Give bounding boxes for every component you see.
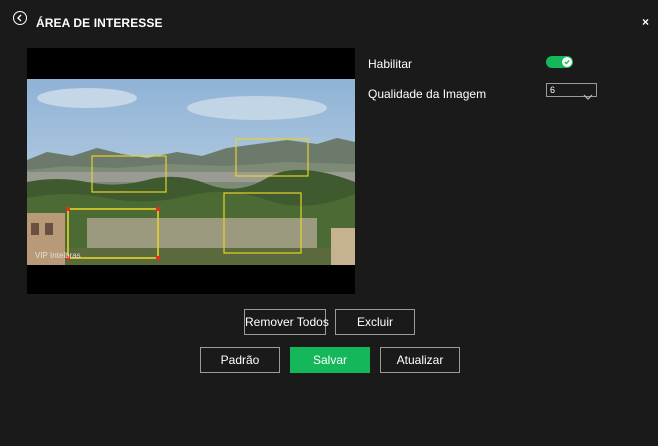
page-title: ÁREA DE INTERESSE — [36, 16, 163, 30]
remove-all-button[interactable]: Remover Todos — [244, 309, 329, 335]
resize-handle[interactable] — [66, 207, 70, 211]
video-preview[interactable]: VIP Intelbras — [27, 48, 355, 294]
title-bar: ÁREA DE INTERESSE × — [0, 0, 658, 36]
resize-handle[interactable] — [156, 256, 160, 260]
image-quality-value: 6 — [550, 85, 556, 95]
enable-toggle[interactable] — [546, 56, 573, 68]
resize-handle[interactable] — [156, 207, 160, 211]
camera-watermark: VIP Intelbras — [35, 251, 81, 260]
chevron-down-icon — [583, 87, 593, 105]
image-quality-select[interactable]: 6 — [546, 83, 597, 100]
save-button[interactable]: Salvar — [290, 347, 370, 373]
enable-label: Habilitar — [368, 57, 413, 71]
delete-button[interactable]: Excluir — [335, 309, 415, 335]
check-icon — [562, 57, 572, 67]
refresh-button[interactable]: Atualizar — [380, 347, 460, 373]
back-icon[interactable] — [13, 11, 27, 25]
default-button[interactable]: Padrão — [200, 347, 280, 373]
close-icon[interactable]: × — [642, 15, 649, 29]
image-quality-label: Qualidade da Imagem — [368, 87, 487, 101]
